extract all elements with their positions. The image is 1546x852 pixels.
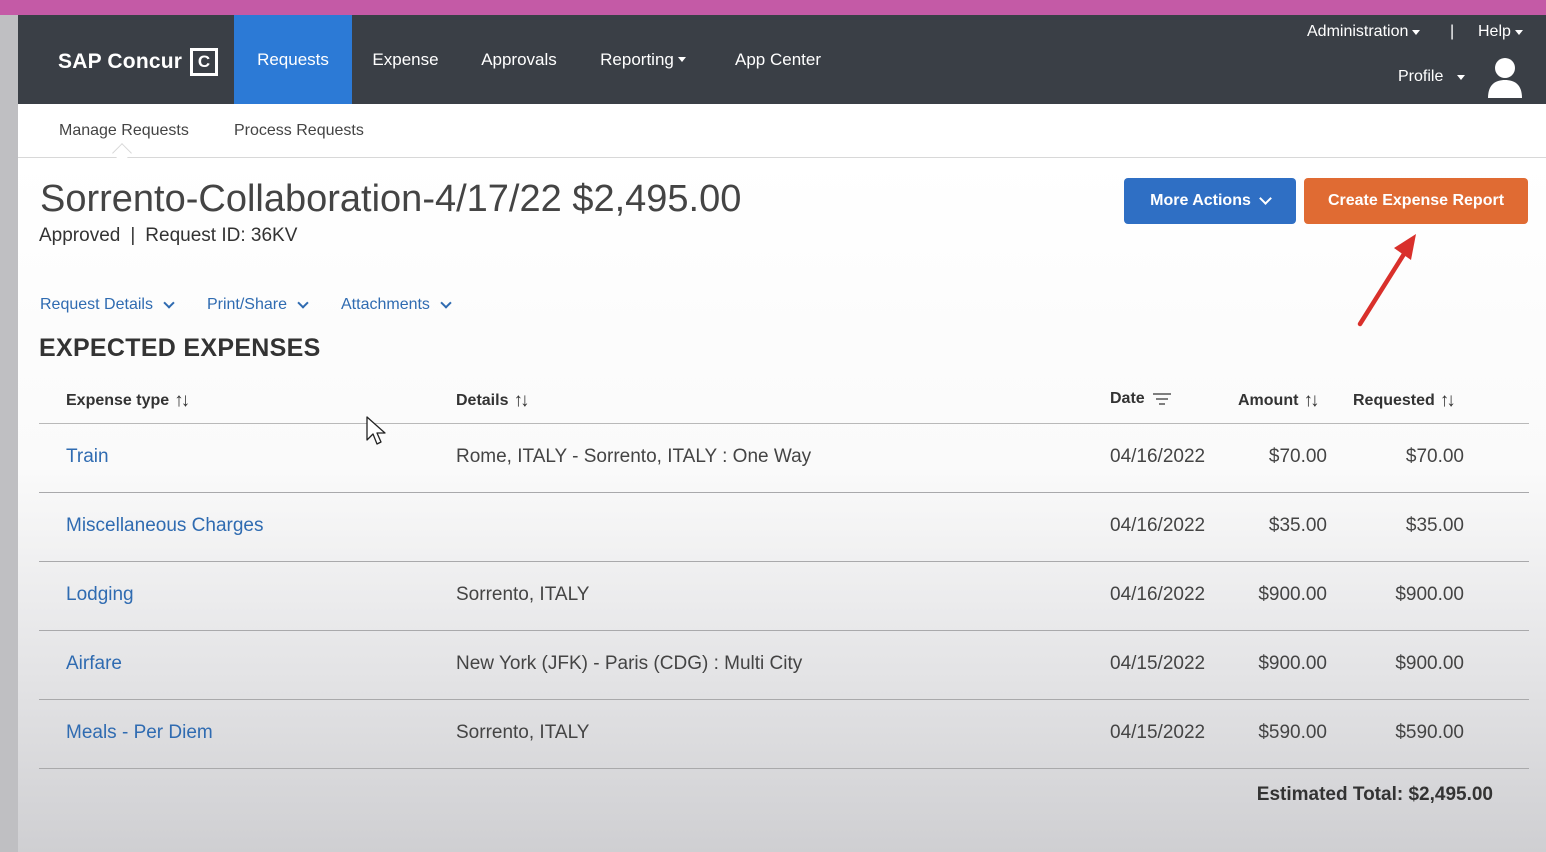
red-arrow-icon [1357,234,1416,327]
expense-amount: $70.00 [1268,446,1327,467]
expense-requested: $900.00 [1395,584,1464,605]
attachments-dropdown[interactable]: Attachments [341,296,452,314]
table-row[interactable]: Miscellaneous Charges 04/16/2022 $35.00 … [39,493,1529,562]
brand-name: SAP Concur [58,50,183,73]
expense-date: 04/15/2022 [1110,722,1206,743]
nav-tab-app-center[interactable]: App Center [718,15,838,104]
request-id: Request ID: 36KV [145,225,298,246]
nav-tab-reporting[interactable]: Reporting [588,15,698,104]
nav-tab-requests[interactable]: Requests [234,15,352,104]
status-separator: | [130,225,136,246]
column-header-amount[interactable]: Amount ↑↓ [1238,390,1319,412]
nav-divider: | [1450,23,1455,40]
chevron-down-icon [1259,192,1272,205]
request-status-line: Approved | Request ID: 36KV [39,225,297,247]
top-color-strip [0,0,1546,15]
dropdown-caret-icon [677,57,686,62]
page-title: Sorrento-Collaboration-4/17/22 $2,495.00 [40,178,742,220]
help-menu[interactable]: Help [1478,23,1523,41]
expense-details: Rome, ITALY - Sorrento, ITALY : One Way [456,446,812,467]
sort-arrows-icon: ↑↓ [1439,390,1456,411]
dropdown-caret-icon [1412,29,1421,35]
expense-requested: $70.00 [1405,446,1464,467]
create-expense-report-button[interactable]: Create Expense Report [1304,178,1528,224]
top-navbar: SAP Concur C Requests Expense Approvals … [18,15,1546,104]
dropdown-caret-icon [1457,74,1466,80]
chevron-down-icon [297,296,309,309]
chevron-down-icon [163,296,175,309]
status-label: Approved [39,225,121,246]
concur-logo-icon: C [190,48,219,76]
estimated-total: Estimated Total: $2,495.00 [1256,784,1493,805]
subnav-manage-requests[interactable]: Manage Requests [59,122,189,140]
profile-menu[interactable]: Profile [1398,68,1466,86]
sort-arrows-icon: ↑↓ [1303,390,1319,411]
expense-amount: $590.00 [1258,722,1327,743]
sort-arrows-icon: ↑↓ [513,390,529,411]
sap-concur-logo[interactable]: SAP Concur C [58,48,219,76]
expense-requested: $35.00 [1405,515,1464,536]
mouse-cursor-icon [366,416,386,445]
expense-amount: $35.00 [1268,515,1327,536]
table-header: Expense type ↑↓ Details ↑↓ Date Amount ↑… [39,376,1529,424]
column-header-details[interactable]: Details ↑↓ [456,390,529,412]
column-header-requested[interactable]: Requested ↑↓ [1353,390,1456,412]
chevron-down-icon [440,296,452,309]
sub-navbar: Manage Requests Process Requests [18,104,1546,163]
print-share-dropdown[interactable]: Print/Share [207,296,309,314]
expense-type-link[interactable]: Train [66,446,109,468]
expense-type-link[interactable]: Lodging [66,584,134,606]
administration-menu[interactable]: Administration [1307,23,1421,41]
column-header-date[interactable]: Date [1110,390,1172,408]
more-actions-button[interactable]: More Actions [1124,178,1296,224]
expense-details: Sorrento, ITALY [456,584,590,605]
table-row[interactable]: Airfare New York (JFK) - Paris (CDG) : M… [39,631,1529,700]
filter-lines-icon [1152,393,1171,405]
expense-details: New York (JFK) - Paris (CDG) : Multi Cit… [456,653,803,674]
left-gutter [0,15,18,852]
main-content: Sorrento-Collaboration-4/17/22 $2,495.00… [18,158,1546,852]
expense-requested: $900.00 [1395,653,1464,674]
expense-type-link[interactable]: Meals - Per Diem [66,722,213,744]
table-row[interactable]: Lodging Sorrento, ITALY 04/16/2022 $900.… [39,562,1529,631]
expense-type-link[interactable]: Airfare [66,653,122,675]
sort-arrows-icon: ↑↓ [174,390,190,411]
subnav-process-requests[interactable]: Process Requests [234,122,364,140]
request-details-dropdown[interactable]: Request Details [40,296,175,314]
expected-expenses-heading: EXPECTED EXPENSES [39,334,321,362]
column-header-expense-type[interactable]: Expense type ↑↓ [66,390,190,412]
dropdown-caret-icon [1514,29,1523,35]
expense-date: 04/15/2022 [1110,653,1206,674]
expense-requested: $590.00 [1395,722,1464,743]
expense-details: Sorrento, ITALY [456,722,590,743]
expense-amount: $900.00 [1258,653,1327,674]
expenses-table: Expense type ↑↓ Details ↑↓ Date Amount ↑… [39,376,1529,769]
nav-tab-expense[interactable]: Expense [358,15,453,104]
expense-date: 04/16/2022 [1110,584,1206,605]
expense-amount: $900.00 [1258,584,1327,605]
expense-date: 04/16/2022 [1110,446,1206,467]
user-avatar-icon[interactable] [1486,56,1524,98]
expense-type-link[interactable]: Miscellaneous Charges [66,515,264,537]
table-row[interactable]: Train Rome, ITALY - Sorrento, ITALY : On… [39,424,1529,493]
expense-date: 04/16/2022 [1110,515,1206,536]
nav-tab-approvals[interactable]: Approvals [466,15,572,104]
table-row[interactable]: Meals - Per Diem Sorrento, ITALY 04/15/2… [39,700,1529,769]
section-links: Request Details Print/Share Attachments [40,296,484,314]
